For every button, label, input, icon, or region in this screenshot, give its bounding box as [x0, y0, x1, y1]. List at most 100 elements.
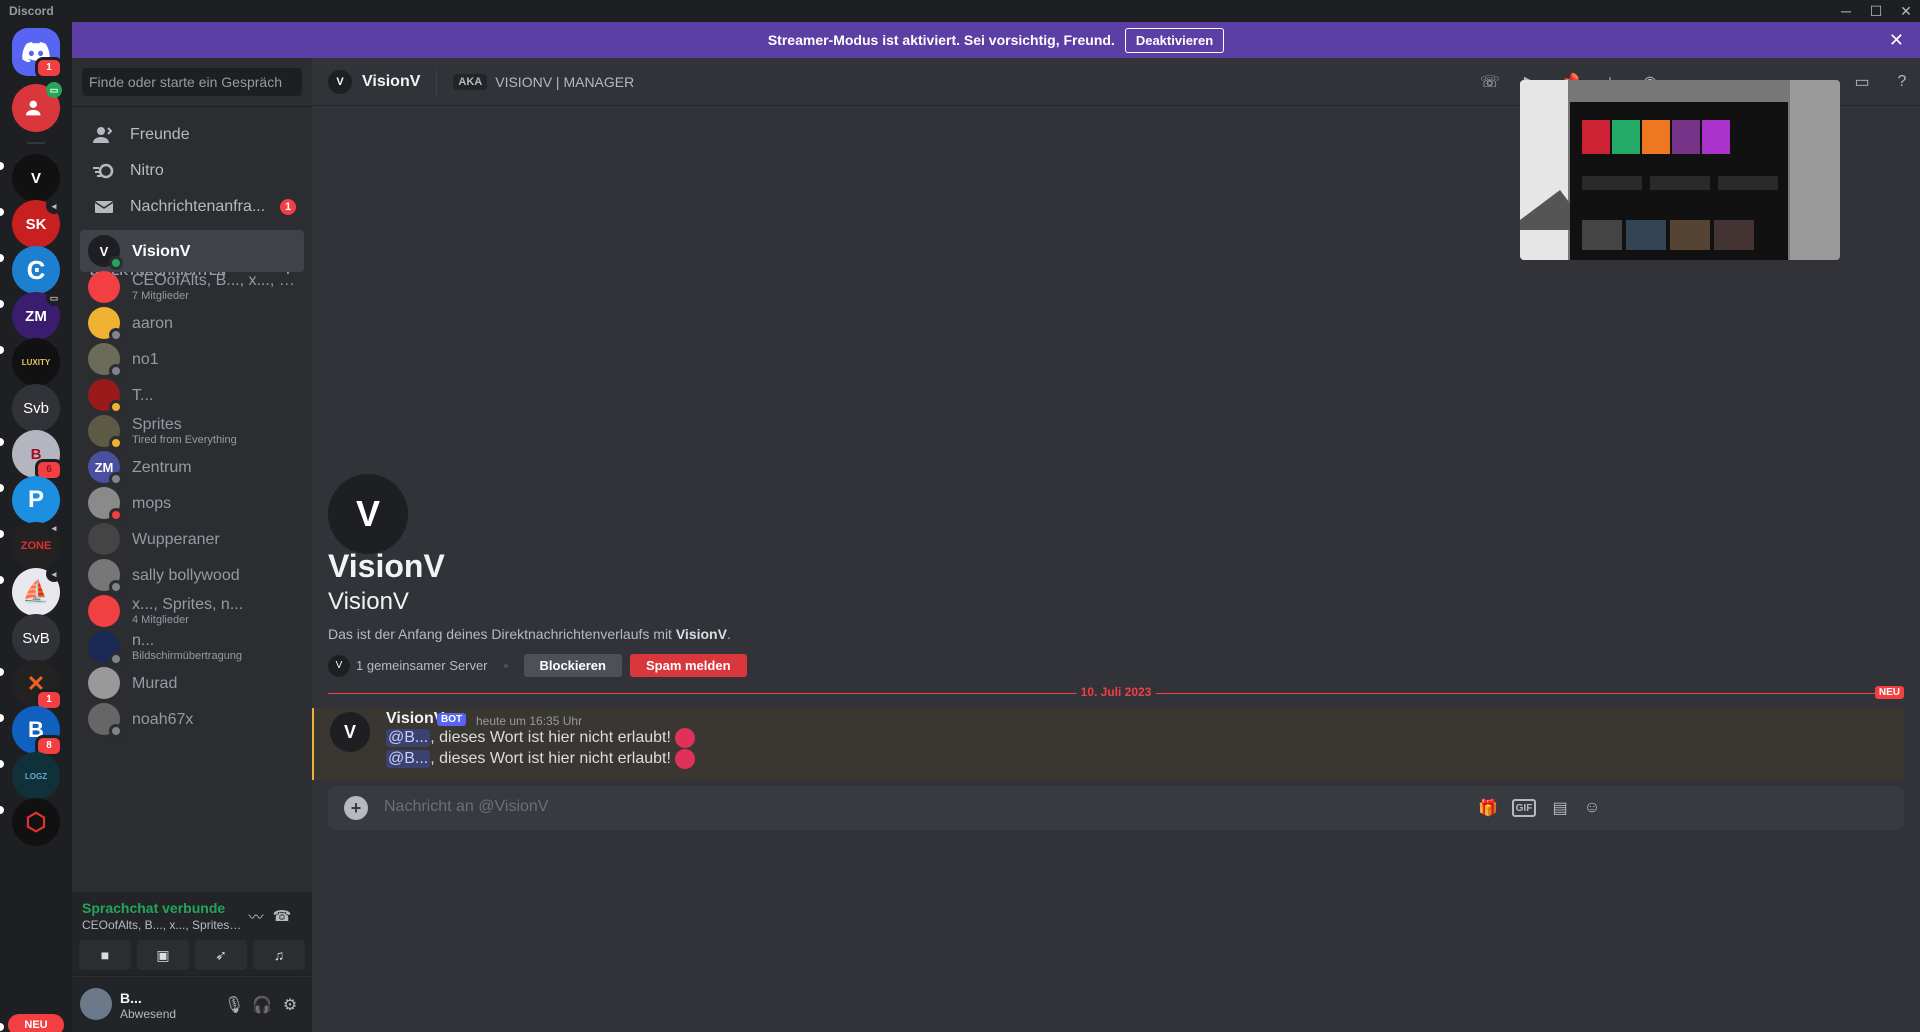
microphone-icon[interactable]: 🎙	[222, 993, 246, 1017]
guild-label: SK	[25, 215, 47, 233]
user-panel: B... Abwesend 🎙 🎧 ⚙	[72, 977, 312, 1032]
block-button[interactable]: Blockieren	[523, 654, 622, 677]
dm-item[interactable]: noah67x	[80, 698, 304, 740]
deactivate-button[interactable]: Deaktivieren	[1124, 27, 1225, 53]
user-avatar[interactable]	[80, 988, 112, 1020]
angry-emoji-icon	[674, 749, 695, 769]
headphones-icon[interactable]: 🎧	[250, 993, 274, 1017]
unread-pill	[0, 300, 4, 308]
maximize-button[interactable]: ☐	[1864, 0, 1888, 22]
desc-suffix: .	[726, 626, 731, 642]
report-spam-button[interactable]: Spam melden	[629, 654, 747, 677]
unread-pill	[0, 1023, 4, 1031]
group-icon	[25, 100, 41, 116]
screen-share-button[interactable]: ▣	[137, 940, 189, 970]
soundboard-button[interactable]: ♫	[253, 940, 305, 970]
guild-item[interactable]: ⬡	[12, 798, 60, 846]
swirl-icon: Ͼ	[26, 254, 46, 285]
voice-call-icon[interactable]: ☏	[1478, 70, 1502, 94]
rocket-icon: ➶	[215, 946, 227, 963]
stream-preview-popout[interactable]	[1520, 80, 1840, 260]
activities-button[interactable]: ➶	[195, 940, 247, 970]
guild-item[interactable]: ZONE ◂	[12, 520, 62, 570]
dm-avatar	[88, 415, 123, 450]
dm-name: Sprites	[132, 416, 182, 433]
dm-intro: V	[328, 474, 408, 554]
guild-item[interactable]: ZM ▭	[12, 290, 62, 340]
dm-text: Zentrum	[132, 458, 192, 477]
add-attachment-icon[interactable]: +	[344, 796, 368, 820]
noise-suppression-icon[interactable]: 〰	[244, 904, 268, 928]
message-author[interactable]: VisionV	[386, 710, 444, 728]
guild-item[interactable]: B6	[12, 430, 63, 481]
inbox-icon[interactable]: ▭	[1850, 70, 1874, 94]
mutual-servers[interactable]: V 1 gemeinsamer Server	[328, 654, 488, 677]
nav-message-requests[interactable]: Nachrichtenanfra... 1	[80, 186, 304, 228]
nav-label: Freunde	[130, 126, 190, 143]
disconnect-icon[interactable]: ☎	[270, 904, 294, 928]
home-button[interactable]: 1	[12, 28, 63, 79]
chat-area: V VisionV AKA VISIONV | MANAGER ☏ ▶ 📌 ＋ …	[312, 58, 1920, 1032]
guild-item[interactable]: P	[12, 476, 60, 524]
gift-icon[interactable]: 🎁	[1476, 796, 1500, 820]
gif-picker-icon[interactable]: GIF	[1512, 799, 1536, 817]
envelope-icon	[92, 195, 116, 219]
separator-dot	[503, 663, 508, 668]
dm-name: no1	[132, 350, 159, 368]
message-line: @B... , dieses Wort ist hier nicht erlau…	[386, 749, 695, 769]
close-banner-icon[interactable]: ✕	[1889, 30, 1904, 51]
guild-label: Svb	[23, 399, 49, 417]
guild-item[interactable]: LUXITY	[12, 338, 60, 386]
sticker-icon[interactable]: ▤	[1548, 796, 1572, 820]
user-mention[interactable]: @B...	[386, 729, 431, 747]
dm-text: sally bollywood	[132, 566, 240, 585]
unread-pill	[0, 760, 4, 768]
message-group[interactable]: V VisionV BOT heute um 16:35 Uhr @B... ,…	[312, 708, 1904, 780]
dm-name: T...	[132, 386, 154, 404]
camera-button[interactable]: ■	[79, 940, 131, 970]
guild-item[interactable]: V	[12, 154, 60, 202]
search-input[interactable]: Finde oder starte ein Gespräch	[82, 68, 302, 96]
speaker-icon: ◂	[46, 198, 62, 214]
unread-pill	[0, 714, 4, 722]
guild-item[interactable]: SvB	[12, 614, 60, 662]
guild-item[interactable]: ⛵ ◂	[12, 566, 62, 616]
guild-item[interactable]: B8	[12, 706, 63, 757]
screen-share-icon: ▣	[156, 946, 170, 963]
guild-item[interactable]: LOGZ	[12, 752, 60, 800]
unread-pill	[0, 162, 4, 170]
angry-emoji-icon	[674, 728, 695, 748]
dm-avatar: ZM	[88, 451, 123, 486]
new-messages-badge: NEU	[1874, 686, 1904, 699]
close-window-button[interactable]: ✕	[1894, 0, 1918, 22]
guild-item[interactable]: SK ◂	[12, 198, 62, 248]
dm-text: aaron	[132, 314, 173, 333]
dm-name: noah67x	[132, 710, 194, 728]
new-label: NEU	[24, 1019, 48, 1031]
guild-item[interactable]: Ͼ	[12, 246, 60, 294]
guild-separator	[27, 142, 45, 144]
dm-avatar	[88, 595, 120, 627]
emoji-picker-icon[interactable]: ☺	[1580, 796, 1604, 820]
guild-item[interactable]: ✕ 1	[12, 660, 63, 711]
unread-pill	[0, 668, 4, 676]
user-mention[interactable]: @B...	[386, 750, 431, 768]
intro-display-name: VisionV	[328, 548, 445, 584]
help-icon[interactable]: ?	[1890, 70, 1914, 94]
message-input[interactable]: Nachricht an @VisionV	[384, 798, 548, 816]
dm-avatar	[88, 343, 123, 378]
dm-avatar	[88, 523, 120, 555]
guild-item[interactable]: Svb	[12, 384, 60, 432]
soundboard-icon: ♫	[273, 947, 285, 963]
guild-label: SvB	[22, 629, 50, 647]
new-unreads-badge[interactable]: NEU	[8, 1014, 64, 1032]
message-timestamp: heute um 16:35 Uhr	[476, 714, 583, 728]
unread-pill	[0, 530, 4, 538]
screen-share-indicator-icon: ▭	[46, 82, 62, 98]
camera-icon: ■	[100, 947, 110, 963]
message-avatar[interactable]: V	[330, 712, 370, 752]
settings-gear-icon[interactable]: ⚙	[278, 993, 302, 1017]
guild-group-call[interactable]: ▭	[12, 82, 62, 132]
voice-channel-name[interactable]: CEOofAlts, B..., x..., Sprites,...	[82, 918, 242, 932]
minimize-button[interactable]: ─	[1834, 0, 1858, 22]
